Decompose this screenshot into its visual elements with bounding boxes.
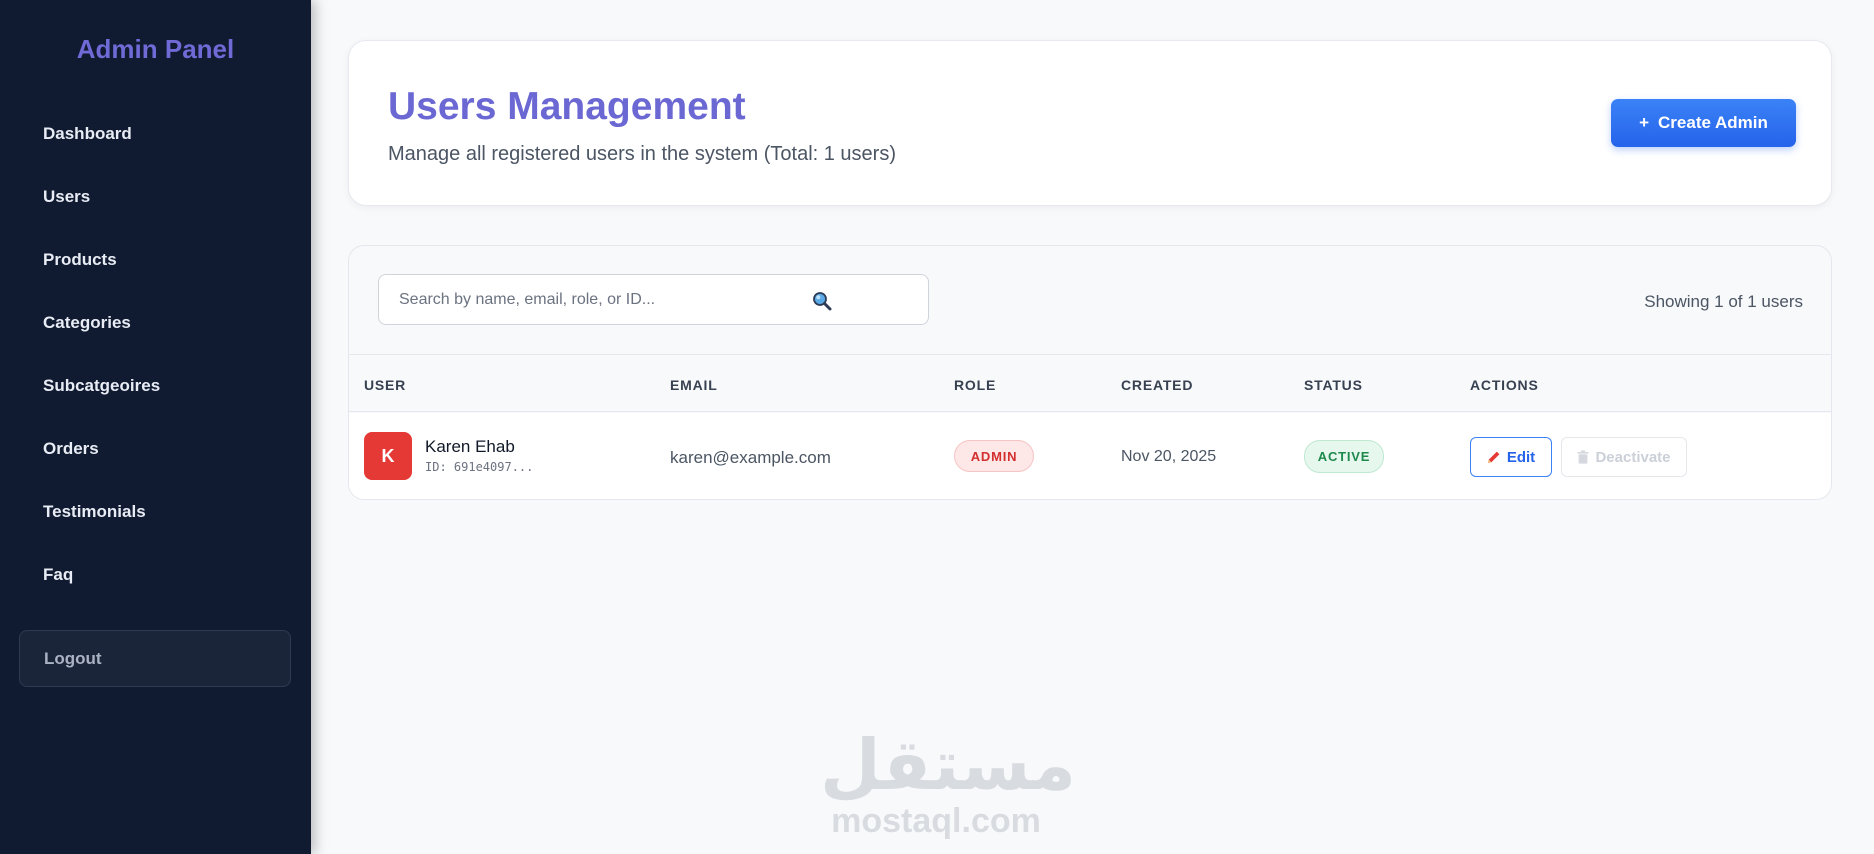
table-row: K Karen Ehab ID: 691e4097... karen@examp… [349,413,1831,499]
plus-icon: + [1639,113,1650,132]
column-header-role: ROLE [954,377,997,393]
user-name: Karen Ehab [425,437,515,456]
deactivate-button[interactable]: Deactivate [1561,437,1687,477]
column-header-actions: ACTIONS [1470,377,1539,393]
search-input[interactable] [380,276,800,323]
users-table-card: Showing 1 of 1 users USER EMAIL ROLE CRE… [348,245,1832,500]
sidebar-item-testimonials[interactable]: Testimonials [43,502,146,522]
pencil-icon [1487,451,1500,463]
search-box[interactable] [378,274,929,325]
column-header-created: CREATED [1121,377,1194,393]
create-admin-button[interactable]: + Create Admin [1611,99,1796,147]
watermark-logo: مستقل mostaql.com [820,724,1077,840]
brand-title: Admin Panel [76,34,235,64]
edit-label: Edit [1506,448,1536,466]
logout-button[interactable]: Logout [19,630,291,687]
magnifier-icon[interactable] [812,291,832,311]
created-date: Nov 20, 2025 [1121,448,1217,465]
column-header-email: EMAIL [670,377,718,393]
page-subtitle: Manage all registered users in the syste… [388,143,896,165]
showing-count: Showing 1 of 1 users [1644,292,1803,311]
edit-button[interactable]: Edit [1470,437,1552,477]
deactivate-label: Deactivate [1595,448,1671,466]
sidebar-item-faq[interactable]: Faq [43,565,73,585]
role-badge: ADMIN [954,440,1034,472]
sidebar-item-categories[interactable]: Categories [43,313,131,333]
create-admin-label: Create Admin [1658,113,1768,132]
sidebar-item-dashboard[interactable]: Dashboard [43,124,132,144]
sidebar-item-products[interactable]: Products [43,250,117,270]
watermark-arabic: مستقل [820,724,1077,806]
watermark-latin: mostaql.com [831,802,1041,840]
column-header-status: STATUS [1304,377,1363,393]
page-header-card: Users Management Manage all registered u… [348,40,1832,206]
sidebar-item-orders[interactable]: Orders [43,439,99,459]
status-badge: ACTIVE [1304,440,1384,473]
trash-icon [1577,450,1589,464]
column-header-user: USER [364,377,407,393]
avatar: K [364,432,412,480]
sidebar-item-users[interactable]: Users [43,187,90,207]
sidebar: Admin Panel Dashboard Users Products Cat… [0,0,311,854]
user-email: karen@example.com [670,448,831,467]
page-title: Users Management [388,85,746,128]
sidebar-item-subcategories[interactable]: Subcatgeoires [43,376,160,396]
table-header: USER EMAIL ROLE CREATED STATUS ACTIONS [349,354,1831,412]
user-id: ID: 691e4097... [425,460,534,474]
